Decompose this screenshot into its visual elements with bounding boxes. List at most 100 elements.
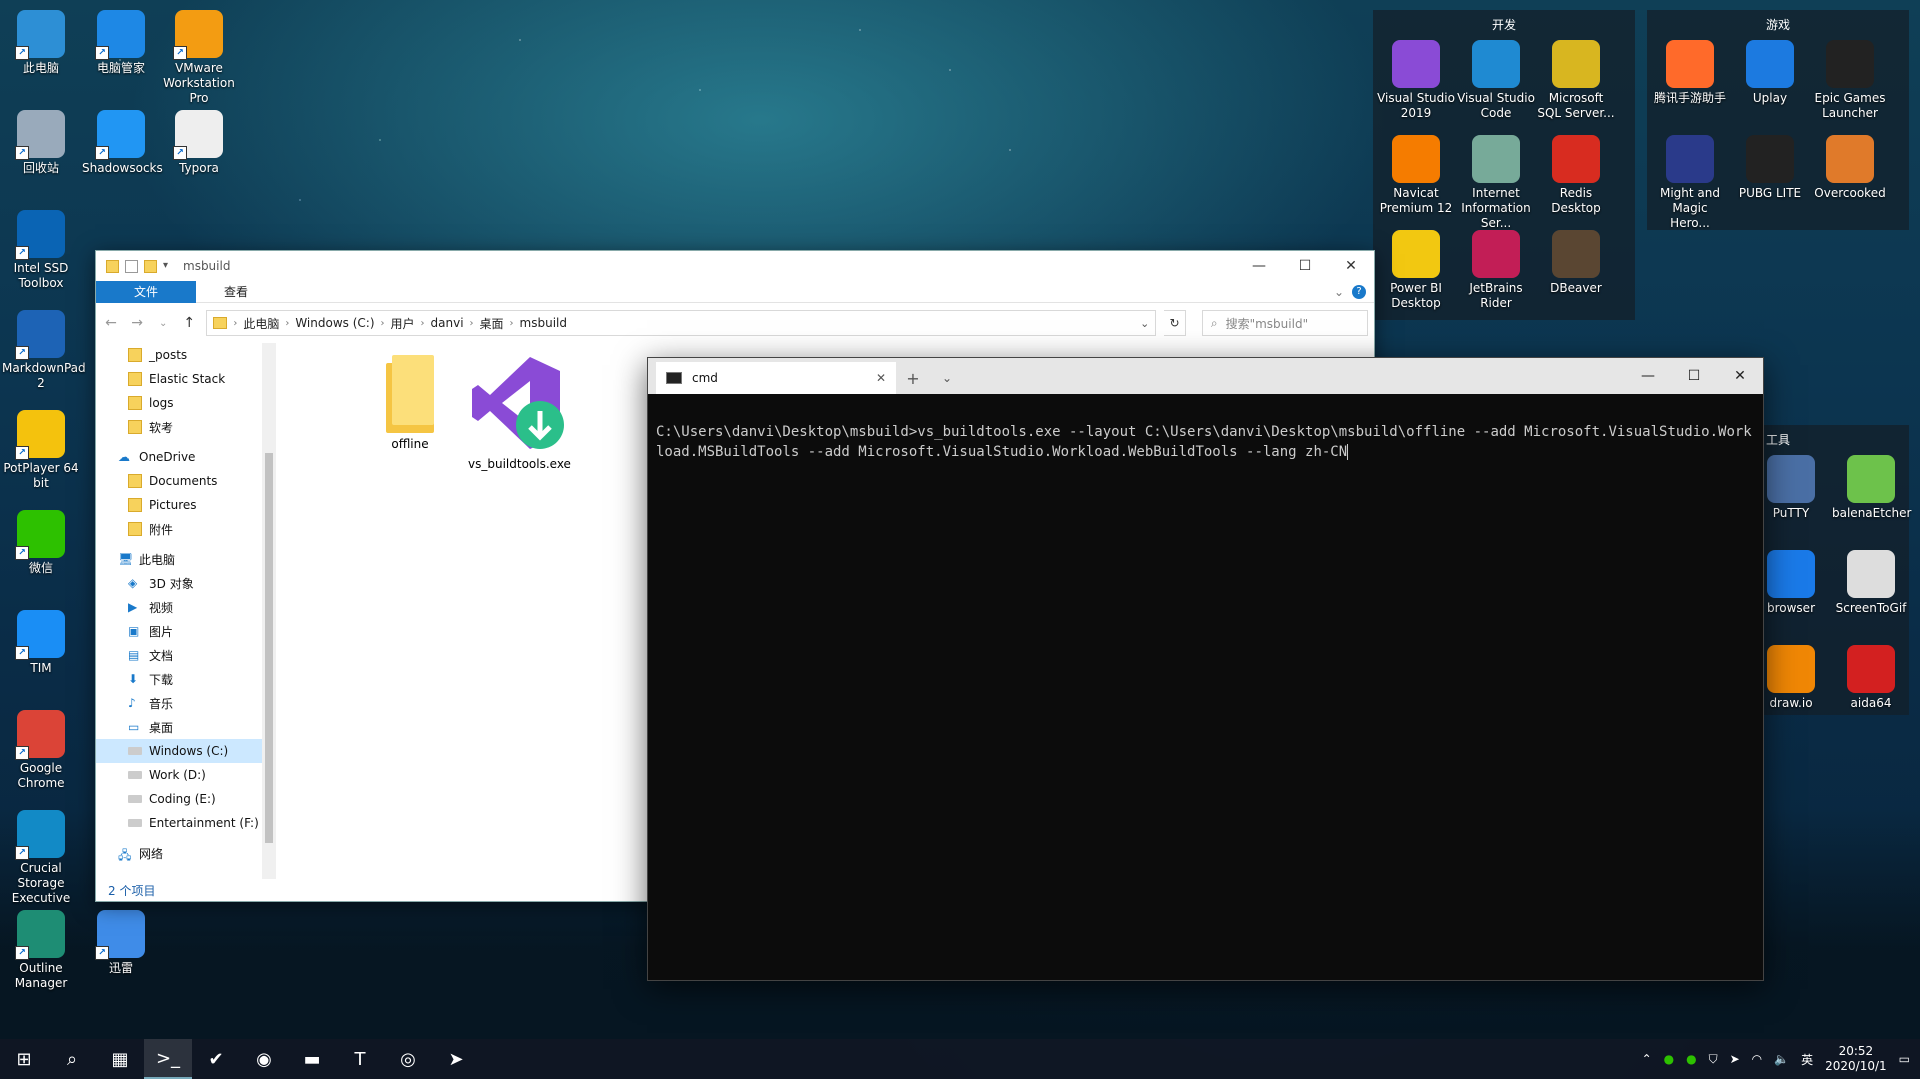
typora-icon[interactable]: T: [336, 1039, 384, 1079]
desktop-icon[interactable]: ↗ Shadowsocks: [82, 110, 163, 176]
desktop-icon[interactable]: ↗ VMware Workstation Pro: [160, 10, 238, 106]
chevron-down-icon[interactable]: ▾: [163, 260, 173, 273]
wechat-tray-icon[interactable]: ●: [1664, 1052, 1674, 1066]
desktop-icon[interactable]: ↗ 电脑管家: [82, 10, 160, 76]
app-tray-icon[interactable]: ●: [1686, 1052, 1696, 1066]
explorer-title-bar[interactable]: ▾ msbuild — ☐ ✕: [96, 251, 1374, 281]
nav-item[interactable]: ▤ 文档: [96, 643, 276, 667]
nav-item[interactable]: ♪ 音乐: [96, 691, 276, 715]
nav-item[interactable]: _posts: [96, 343, 276, 367]
desktop-icon[interactable]: ↗ Intel SSD Toolbox: [2, 210, 80, 291]
nav-item[interactable]: 🖥 此电脑: [96, 547, 276, 571]
fence-icon[interactable]: Epic Games Launcher: [1811, 40, 1889, 121]
desktop-icon[interactable]: ↗ PotPlayer 64 bit: [2, 410, 80, 491]
file-item-offline[interactable]: offline: [360, 355, 460, 452]
close-button[interactable]: ✕: [1328, 251, 1374, 281]
address-dropdown-icon[interactable]: ⌄: [1140, 317, 1149, 330]
forward-icon[interactable]: →: [128, 315, 146, 331]
desktop-icon[interactable]: ↗ Outline Manager: [2, 910, 80, 991]
search-input[interactable]: ⌕ 搜索"msbuild": [1201, 310, 1368, 336]
ime-indicator[interactable]: 英: [1801, 1051, 1813, 1068]
expand-ribbon-icon[interactable]: ⌄: [1334, 285, 1344, 299]
nav-item[interactable]: Pictures: [96, 493, 276, 517]
nav-item[interactable]: Elastic Stack: [96, 367, 276, 391]
fence-icon[interactable]: Navicat Premium 12: [1377, 135, 1455, 216]
close-button[interactable]: ✕: [1717, 358, 1763, 394]
breadcrumb-item[interactable]: danvi: [431, 316, 464, 330]
refresh-button[interactable]: ↻: [1164, 310, 1186, 336]
file-item-vs-buildtools[interactable]: vs_buildtools.exe: [468, 353, 571, 472]
fence-icon[interactable]: Internet Information Ser...: [1457, 135, 1535, 231]
up-icon[interactable]: ↑: [180, 315, 198, 331]
fence-icon[interactable]: Microsoft SQL Server...: [1537, 40, 1615, 121]
help-icon[interactable]: ?: [1352, 284, 1366, 299]
recent-chevron-icon[interactable]: ⌄: [154, 318, 172, 329]
nav-item[interactable]: ▣ 图片: [96, 619, 276, 643]
properties-icon[interactable]: [125, 259, 138, 273]
nav-item[interactable]: ▶ 视频: [96, 595, 276, 619]
maximize-button[interactable]: ☐: [1671, 358, 1717, 394]
breadcrumb-item[interactable]: Windows (C:): [295, 316, 374, 330]
fence-icon[interactable]: Visual Studio 2019: [1377, 40, 1455, 121]
todo-icon[interactable]: ✔: [192, 1039, 240, 1079]
fence-icon[interactable]: Power BI Desktop: [1377, 230, 1455, 311]
nav-item[interactable]: ⬇ 下载: [96, 667, 276, 691]
nav-item[interactable]: logs: [96, 391, 276, 415]
chevron-up-icon[interactable]: ⌃: [1642, 1052, 1652, 1066]
maximize-button[interactable]: ☐: [1282, 251, 1328, 281]
fence-icon[interactable]: Visual Studio Code: [1457, 40, 1535, 121]
nav-item[interactable]: Coding (E:): [96, 787, 276, 811]
shadowsocks-tray-icon[interactable]: ➤: [1730, 1052, 1740, 1066]
breadcrumb-item[interactable]: msbuild: [520, 316, 567, 330]
fence-icon[interactable]: PUBG LITE: [1731, 135, 1809, 201]
desktop-icon[interactable]: ↗ 微信: [2, 510, 80, 576]
desktop-icon[interactable]: ↗ 回收站: [2, 110, 80, 176]
dropdown-chevron-icon[interactable]: ⌄: [930, 362, 964, 394]
file-explorer-icon[interactable]: ▬: [288, 1039, 336, 1079]
fence-icon[interactable]: balenaEtcher: [1832, 455, 1911, 521]
fence-icon[interactable]: Uplay: [1731, 40, 1809, 106]
new-folder-icon[interactable]: [144, 259, 157, 273]
breadcrumb-item[interactable]: 此电脑: [243, 315, 279, 332]
desktop-icon[interactable]: ↗ Crucial Storage Executive: [2, 810, 80, 906]
terminal-tab-bar[interactable]: cmd ✕ + ⌄ — ☐ ✕: [648, 358, 1763, 394]
fence-icon[interactable]: Redis Desktop: [1537, 135, 1615, 216]
address-bar[interactable]: › 此电脑 › Windows (C:) › 用户 › danvi › 桌面 ›…: [206, 310, 1157, 336]
fence-icon[interactable]: JetBrains Rider: [1457, 230, 1535, 311]
notification-icon[interactable]: ▭: [1899, 1052, 1910, 1066]
breadcrumb-item[interactable]: 桌面: [480, 315, 504, 332]
nav-item[interactable]: ▭ 桌面: [96, 715, 276, 739]
search-icon[interactable]: ⌕: [48, 1039, 96, 1079]
nav-item[interactable]: ☁ OneDrive: [96, 445, 276, 469]
tab-view[interactable]: 查看: [208, 281, 264, 303]
nav-item[interactable]: Work (D:): [96, 763, 276, 787]
app-icon[interactable]: ◎: [384, 1039, 432, 1079]
breadcrumb-item[interactable]: 用户: [391, 315, 415, 332]
nav-item[interactable]: Entertainment (F:): [96, 811, 276, 835]
desktop-icon[interactable]: ↗ 迅雷: [82, 910, 160, 976]
fence-icon[interactable]: DBeaver: [1537, 230, 1615, 296]
minimize-button[interactable]: —: [1236, 251, 1282, 281]
nav-scrollbar[interactable]: [262, 343, 276, 879]
clock[interactable]: 20:52 2020/10/1: [1825, 1044, 1887, 1074]
shadowsocks-icon[interactable]: ➤: [432, 1039, 480, 1079]
volume-icon[interactable]: 🔈: [1774, 1052, 1789, 1066]
desktop-icon[interactable]: ↗ Typora: [160, 110, 238, 176]
chrome-icon[interactable]: ◉: [240, 1039, 288, 1079]
fence-icon[interactable]: ScreenToGif: [1832, 550, 1910, 616]
new-tab-button[interactable]: +: [896, 362, 930, 394]
start-icon[interactable]: ⊞: [0, 1039, 48, 1079]
calculator-icon[interactable]: ▦: [96, 1039, 144, 1079]
terminal-output[interactable]: C:\Users\danvi\Desktop\msbuild>vs_buildt…: [648, 394, 1763, 490]
close-tab-icon[interactable]: ✕: [876, 371, 886, 385]
fence-icon[interactable]: 腾讯手游助手: [1651, 40, 1729, 106]
fence-icon[interactable]: Might and Magic Hero...: [1651, 135, 1729, 231]
minimize-button[interactable]: —: [1625, 358, 1671, 394]
fence-icon[interactable]: aida64: [1832, 645, 1910, 711]
desktop-icon[interactable]: ↗ TIM: [2, 610, 80, 676]
nav-item[interactable]: ◈ 3D 对象: [96, 571, 276, 595]
wifi-icon[interactable]: ◠: [1752, 1052, 1762, 1066]
shield-tray-icon[interactable]: ⛉: [1709, 1052, 1718, 1067]
desktop-icon[interactable]: ↗ Google Chrome: [2, 710, 80, 791]
back-icon[interactable]: ←: [102, 315, 120, 331]
